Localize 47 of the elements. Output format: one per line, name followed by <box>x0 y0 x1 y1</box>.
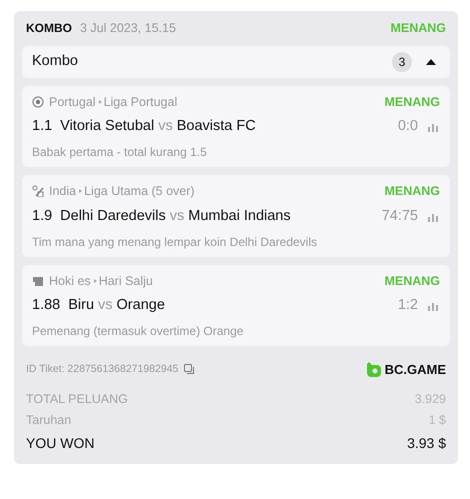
stats-icon <box>428 301 438 312</box>
summary-label: YOU WON <box>26 434 94 453</box>
summary-label: Taruhan <box>26 412 72 430</box>
versus-label: vs <box>98 296 113 316</box>
bet-date: 3 Jul 2023, 15.15 <box>80 20 176 37</box>
logo-icon <box>366 362 381 378</box>
market-label: Tim mana yang menang lempar koin Delhi Daredevils <box>32 234 318 250</box>
copy-icon[interactable] <box>184 364 196 376</box>
team-name: Mumbai Indians <box>188 206 291 226</box>
league-label: Liga Utama (5 over) <box>84 183 195 200</box>
summary-label: TOTAL PELUANG <box>26 390 128 408</box>
status-label: MENANG <box>384 272 440 290</box>
country-label: India <box>49 183 76 200</box>
market-label: Babak pertama - total kurang 1.5 <box>32 144 208 161</box>
brand-name: BC.GAME <box>384 361 446 379</box>
chevron-icon <box>76 187 84 196</box>
odds-value: 1.9 <box>32 206 52 226</box>
league-label: Hari Salju <box>98 272 153 290</box>
count-badge: 3 <box>392 52 412 72</box>
country-label: Hoki es <box>49 272 91 290</box>
summary-value: 3.93 $ <box>407 434 446 453</box>
score-value: 0:0 <box>398 117 418 136</box>
football-icon <box>32 96 44 108</box>
team-name: Orange <box>116 296 165 316</box>
combo-title: Kombo <box>32 52 78 71</box>
odds-value: 1.88 <box>32 296 60 316</box>
score-value: 74:75 <box>382 206 418 226</box>
ticket-id: ID Tiket: 2287561368271982945 <box>26 362 178 377</box>
combo-header[interactable]: Kombo 3 <box>22 46 450 78</box>
score-value: 1:2 <box>398 296 418 316</box>
market-label: Pemenang (termasuk overtime) Orange <box>32 323 244 340</box>
league-label: Liga Portugal <box>104 94 178 111</box>
status-label: MENANG <box>384 183 440 200</box>
versus-label: vs <box>158 117 173 136</box>
team-name: Biru <box>68 296 94 316</box>
country-label: Portugal <box>49 94 96 111</box>
team-name: Delhi Daredevils <box>60 206 166 226</box>
status-label: MENANG <box>390 20 446 37</box>
stats-icon <box>428 122 438 132</box>
team-name: Vitoria Setubal <box>60 117 154 136</box>
versus-label: vs <box>170 206 184 226</box>
bet-type-label: KOMBO <box>26 20 72 38</box>
odds-value: 1.1 <box>32 117 52 136</box>
stats-icon <box>428 212 438 222</box>
team-name: Boavista FC <box>176 117 256 136</box>
status-label: MENANG <box>384 94 440 110</box>
cricket-icon <box>32 185 44 198</box>
